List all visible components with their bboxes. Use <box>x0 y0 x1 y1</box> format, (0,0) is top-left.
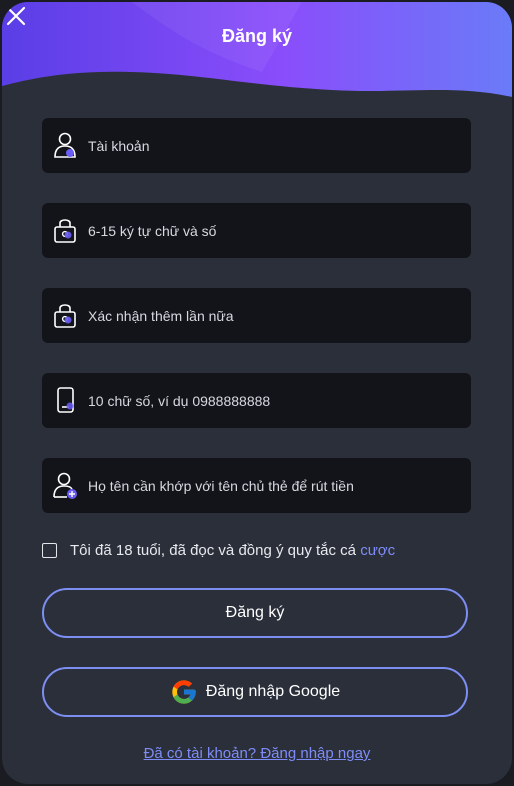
password-field <box>42 203 471 258</box>
agreement-label: Tôi đã 18 tuổi, đã đọc và đồng ý quy tắc… <box>70 542 395 559</box>
register-modal: Đăng ký Tài khoản 10 chữ số, ví dụ 09888… <box>2 2 512 784</box>
google-login-button[interactable]: Đăng nhập Google <box>42 667 468 717</box>
agreement-text: Tôi đã 18 tuổi, đã đọc và đồng ý quy tắc… <box>70 542 357 559</box>
phone-field <box>42 373 471 428</box>
full-name-field <box>42 458 471 513</box>
full-name-input[interactable] <box>88 458 458 513</box>
agreement-row: Tôi đã 18 tuổi, đã đọc và đồng ý quy tắc… <box>42 542 482 562</box>
add-user-icon <box>53 472 77 499</box>
username-field <box>42 118 471 173</box>
register-button-label: Đăng ký <box>225 604 285 621</box>
register-button[interactable]: Đăng ký <box>42 588 468 638</box>
modal-header: Đăng ký <box>2 2 512 112</box>
confirm-password-input[interactable] <box>88 288 458 343</box>
password-input[interactable] <box>88 203 458 258</box>
lock-icon <box>54 219 76 243</box>
header-wave-background <box>2 2 512 97</box>
login-link[interactable]: Đã có tài khoản? Đăng nhập ngay <box>2 745 512 762</box>
username-input[interactable] <box>88 118 458 173</box>
rules-link[interactable]: cược <box>360 542 395 559</box>
modal-title: Đăng ký <box>221 26 293 46</box>
user-icon <box>54 132 76 158</box>
google-icon <box>172 680 196 704</box>
phone-input[interactable] <box>88 373 458 428</box>
lock-icon <box>54 304 76 328</box>
phone-icon <box>57 387 74 413</box>
close-icon[interactable] <box>2 2 30 30</box>
confirm-password-field <box>42 288 471 343</box>
google-button-label: Đăng nhập Google <box>205 683 341 700</box>
agreement-checkbox[interactable] <box>42 543 57 558</box>
